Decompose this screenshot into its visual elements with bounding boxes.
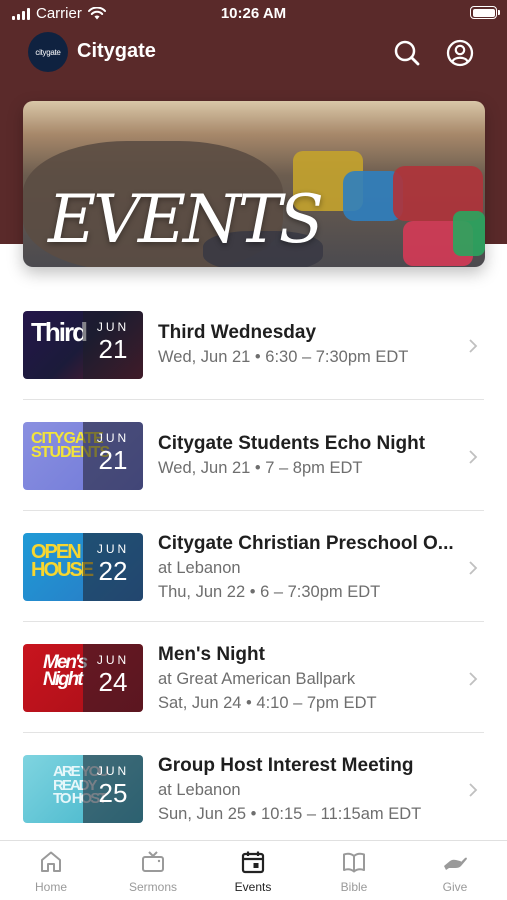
event-thumbnail: ARE YOU READY TO HOST JUN 25: [23, 755, 143, 823]
event-row[interactable]: ARE YOU READY TO HOST JUN 25 Group Host …: [0, 733, 507, 844]
event-date-badge: JUN 22: [83, 533, 143, 601]
event-title: Men's Night: [158, 644, 265, 665]
event-month: JUN: [96, 320, 130, 334]
citygate-logo[interactable]: citygate: [28, 32, 68, 72]
home-icon: [41, 851, 61, 872]
event-date-badge: JUN 21: [83, 422, 143, 490]
book-icon: [343, 852, 365, 873]
chevron-right-icon: [469, 783, 478, 797]
events-hero-banner: EVENTS: [23, 101, 485, 267]
event-month: JUN: [96, 431, 130, 445]
event-day: 21: [98, 445, 128, 475]
tab-home[interactable]: Home: [11, 849, 91, 894]
account-icon[interactable]: [445, 38, 475, 68]
status-time: 10:26 AM: [220, 5, 287, 22]
tab-label: Sermons: [128, 880, 178, 894]
app-header: citygate Citygate: [0, 30, 507, 76]
event-detail: Wed, Jun 21 • 6:30 – 7:30pm EDT: [158, 348, 409, 366]
event-thumbnail: OPEN HOUSE JUN 22: [23, 533, 143, 601]
event-detail: Sun, Jun 25 • 10:15 – 11:15am EDT: [158, 805, 422, 823]
tab-events[interactable]: Events: [213, 849, 293, 894]
event-title: Third Wednesday: [158, 322, 317, 343]
event-title: Citygate Students Echo Night: [158, 433, 426, 454]
tab-sermons[interactable]: Sermons: [113, 849, 193, 894]
event-thumbnail: Third JUN 21: [23, 311, 143, 379]
tab-label: Home: [34, 880, 67, 894]
event-month: JUN: [96, 542, 130, 556]
hero-title: EVENTS: [48, 181, 324, 258]
event-month: JUN: [96, 653, 130, 667]
event-title: Citygate Christian Preschool O...: [158, 533, 454, 554]
event-day: 22: [98, 556, 128, 586]
event-row[interactable]: Men's Night JUN 24 Men's Night at Great …: [0, 622, 507, 733]
event-month: JUN: [96, 764, 130, 778]
chevron-right-icon: [469, 339, 478, 353]
search-icon[interactable]: [392, 38, 422, 68]
tab-give[interactable]: Give: [415, 849, 495, 894]
tab-label: Give: [442, 880, 468, 894]
event-detail: Sat, Jun 24 • 4:10 – 7pm EDT: [158, 694, 377, 712]
event-row[interactable]: Third JUN 21 Third Wednesday Wed, Jun 21…: [0, 289, 507, 400]
event-thumbnail: CITYGATE STUDENTS JUN 21: [23, 422, 143, 490]
chevron-right-icon: [469, 672, 478, 686]
tab-bible[interactable]: Bible: [314, 849, 394, 894]
event-location: at Lebanon: [158, 559, 241, 577]
event-date-badge: JUN 21: [83, 311, 143, 379]
status-bar: Carrier 10:26 AM: [0, 0, 507, 28]
thumbnail-art-text: Third: [31, 317, 88, 347]
calendar-icon: [241, 851, 265, 874]
hand-icon: [444, 857, 467, 870]
event-date-badge: JUN 25: [83, 755, 143, 823]
tv-icon: [142, 851, 164, 872]
event-detail: Thu, Jun 22 • 6 – 7:30pm EDT: [158, 583, 381, 601]
event-detail: Wed, Jun 21 • 7 – 8pm EDT: [158, 459, 363, 477]
chevron-right-icon: [469, 561, 478, 575]
event-title: Group Host Interest Meeting: [158, 755, 414, 776]
app-title: Citygate: [77, 40, 156, 62]
event-row[interactable]: OPEN HOUSE JUN 22 Citygate Christian Pre…: [0, 511, 507, 622]
bottom-tab-bar: Home Sermons Events Bible Give: [0, 840, 507, 900]
chevron-right-icon: [469, 450, 478, 464]
thumbnail-art-text: OPEN HOUSE: [31, 541, 94, 581]
battery-icon: [470, 6, 500, 19]
event-date-badge: JUN 24: [83, 644, 143, 712]
event-location: at Lebanon: [158, 781, 241, 799]
event-location: at Great American Ballpark: [158, 670, 356, 688]
event-row[interactable]: CITYGATE STUDENTS JUN 21 Citygate Studen…: [0, 400, 507, 511]
event-day: 24: [98, 667, 128, 697]
event-day: 21: [98, 334, 128, 364]
event-day: 25: [98, 778, 128, 808]
tab-label: Bible: [340, 880, 368, 894]
tab-label: Events: [234, 880, 272, 894]
event-thumbnail: Men's Night JUN 24: [23, 644, 143, 712]
